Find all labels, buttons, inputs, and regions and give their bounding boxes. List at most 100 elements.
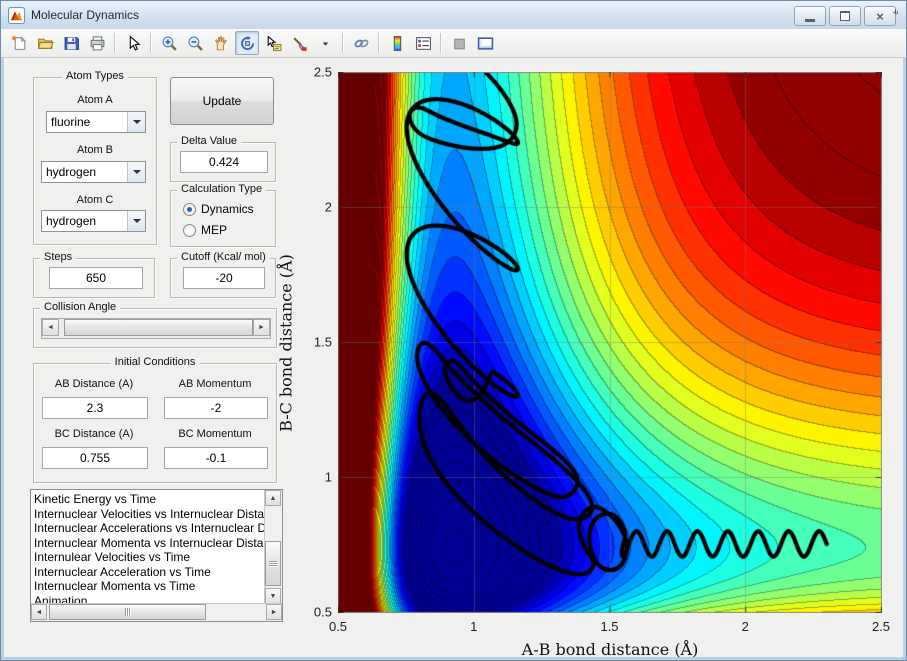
delta-value-title: Delta Value bbox=[177, 135, 242, 147]
list-item[interactable]: Animation bbox=[32, 594, 264, 604]
ab-momentum-field[interactable]: -2 bbox=[164, 397, 268, 419]
hscroll-thumb[interactable] bbox=[49, 604, 206, 620]
atom-b-dropdown-button[interactable] bbox=[127, 162, 145, 182]
slider-left-arrow[interactable]: ◄ bbox=[42, 319, 59, 336]
window-title: Molecular Dynamics bbox=[31, 8, 140, 22]
show-plot-tools-icon[interactable] bbox=[473, 31, 497, 55]
mep-radio-label: MEP bbox=[201, 223, 228, 237]
brush-caret-icon[interactable] bbox=[313, 31, 337, 55]
save-figure-icon[interactable] bbox=[59, 31, 83, 55]
x-tick-label: 0.5 bbox=[328, 619, 348, 634]
chevron-down-icon bbox=[132, 170, 141, 174]
atom-b-dropdown[interactable]: hydrogen bbox=[41, 161, 146, 183]
pointer-icon[interactable] bbox=[121, 31, 145, 55]
contour-trajectory-canvas[interactable] bbox=[338, 72, 882, 613]
toolbar-separator bbox=[150, 33, 152, 53]
list-item[interactable]: Internulear Velocities vs Time bbox=[32, 550, 264, 565]
pes-contour-plot: 0.5 1 1.5 2 2.5 0.5 1 1.5 2 2.5 A-B bond distance… bbox=[277, 65, 891, 660]
bc-momentum-field[interactable]: -0.1 bbox=[164, 447, 268, 469]
restore-icon bbox=[840, 11, 850, 21]
dynamics-radio[interactable]: Dynamics bbox=[183, 202, 254, 216]
cutoff-title: Cutoff (Kcal/ mol) bbox=[177, 251, 270, 263]
atom-types-panel: Atom Types Atom A fluorine Atom B hydrog… bbox=[33, 70, 157, 245]
chevron-down-icon bbox=[132, 120, 141, 124]
pan-hand-icon[interactable] bbox=[209, 31, 233, 55]
list-item[interactable]: Internuclear Momenta vs Time bbox=[32, 579, 264, 594]
chevron-down-icon bbox=[132, 219, 141, 223]
x-axis-label: A-B bond distance (Å) bbox=[521, 640, 699, 659]
initial-conditions-title: Initial Conditions bbox=[110, 356, 200, 368]
collision-angle-slider[interactable]: ◄ ► bbox=[41, 318, 271, 339]
y-tick-label: 1 bbox=[324, 469, 332, 485]
ab-distance-field[interactable]: 2.3 bbox=[42, 397, 148, 419]
y-tick-label: 1.5 bbox=[313, 334, 332, 350]
atom-c-dropdown[interactable]: hydrogen bbox=[41, 210, 146, 232]
scroll-up-arrow[interactable]: ▲ bbox=[265, 490, 281, 506]
vscroll-thumb[interactable] bbox=[265, 541, 281, 586]
collision-angle-title: Collision Angle bbox=[40, 301, 121, 313]
title-bar[interactable]: Molecular Dynamics × bbox=[1, 1, 906, 30]
scroll-down-arrow[interactable]: ▼ bbox=[265, 588, 281, 604]
update-button[interactable]: Update bbox=[170, 77, 274, 125]
scroll-left-arrow[interactable]: ◄ bbox=[31, 604, 47, 620]
bc-distance-label: BC Distance (A) bbox=[54, 428, 134, 440]
window-controls: × bbox=[794, 6, 896, 26]
ab-distance-label: AB Distance (A) bbox=[54, 378, 134, 390]
steps-title: Steps bbox=[40, 251, 77, 263]
x-tick-label: 1.5 bbox=[600, 619, 619, 634]
list-item[interactable]: Internuclear Velocities vs Internuclear … bbox=[32, 507, 264, 522]
insert-legend-icon[interactable] bbox=[411, 31, 435, 55]
list-item[interactable]: Internuclear Acceleration vs Time bbox=[32, 565, 264, 580]
list-item[interactable]: Internuclear Accelerations vs Internucle… bbox=[32, 521, 264, 536]
plot-type-list: Kinetic Energy vs Time Internuclear Veloc… bbox=[32, 492, 264, 603]
radio-unselected-icon bbox=[183, 223, 196, 237]
y-axis-label: B-C bond distance (Å) bbox=[276, 253, 296, 432]
list-item[interactable]: Kinetic Energy vs Time bbox=[32, 492, 264, 507]
calculation-type-title: Calculation Type bbox=[177, 183, 267, 195]
atom-a-dropdown-button[interactable] bbox=[127, 112, 145, 132]
atom-b-label: Atom B bbox=[76, 144, 114, 156]
hide-plot-tools-icon[interactable] bbox=[447, 31, 471, 55]
minimize-button[interactable] bbox=[794, 6, 826, 26]
zoom-out-icon[interactable] bbox=[183, 31, 207, 55]
print-figure-icon[interactable] bbox=[85, 31, 109, 55]
listbox-vertical-scrollbar[interactable]: ▲ ▼ bbox=[264, 490, 282, 604]
atom-c-dropdown-button[interactable] bbox=[127, 211, 145, 231]
list-item[interactable]: Internuclear Momenta vs Internuclear Dis… bbox=[32, 536, 264, 551]
plot-type-listbox[interactable]: Kinetic Energy vs Time Internuclear Veloc… bbox=[30, 489, 283, 622]
delta-value-field[interactable]: 0.424 bbox=[180, 151, 268, 173]
cutoff-panel: Cutoff (Kcal/ mol) -20 bbox=[170, 251, 276, 298]
bc-distance-field[interactable]: 0.755 bbox=[42, 447, 148, 469]
atom-a-value: fluorine bbox=[51, 115, 91, 129]
atom-types-title: Atom Types bbox=[62, 70, 128, 82]
link-plots-icon[interactable] bbox=[349, 31, 373, 55]
minimize-icon bbox=[805, 18, 815, 22]
delta-value-panel: Delta Value 0.424 bbox=[170, 135, 276, 182]
close-icon: × bbox=[876, 8, 884, 24]
slider-thumb[interactable] bbox=[64, 319, 253, 336]
radio-selected-icon bbox=[183, 202, 196, 216]
rotate-3d-icon[interactable] bbox=[235, 31, 259, 55]
slider-right-arrow[interactable]: ► bbox=[253, 319, 270, 336]
mep-radio[interactable]: MEP bbox=[183, 223, 227, 237]
data-cursor-icon[interactable] bbox=[261, 31, 285, 55]
zoom-in-icon[interactable] bbox=[157, 31, 181, 55]
initial-conditions-panel: Initial Conditions AB Distance (A) AB Mo… bbox=[33, 356, 277, 483]
listbox-horizontal-scrollbar[interactable]: ◄ ► bbox=[31, 603, 282, 621]
restore-button[interactable] bbox=[829, 6, 861, 26]
insert-colorbar-icon[interactable] bbox=[385, 31, 409, 55]
atom-c-label: Atom C bbox=[76, 194, 114, 206]
new-figure-icon[interactable] bbox=[7, 31, 31, 55]
y-tick-label: 2 bbox=[324, 199, 332, 215]
scroll-right-arrow[interactable]: ► bbox=[266, 604, 282, 620]
open-file-icon[interactable] bbox=[33, 31, 57, 55]
atom-a-label: Atom A bbox=[77, 94, 113, 106]
brush-icon[interactable] bbox=[287, 31, 311, 55]
steps-field[interactable]: 650 bbox=[49, 267, 143, 289]
atom-b-value: hydrogen bbox=[46, 165, 97, 179]
matlab-icon bbox=[8, 6, 25, 24]
toolbar-separator bbox=[342, 33, 344, 53]
x-tick-label: 1 bbox=[470, 619, 478, 634]
atom-a-dropdown[interactable]: fluorine bbox=[46, 111, 146, 133]
cutoff-field[interactable]: -20 bbox=[183, 267, 265, 289]
